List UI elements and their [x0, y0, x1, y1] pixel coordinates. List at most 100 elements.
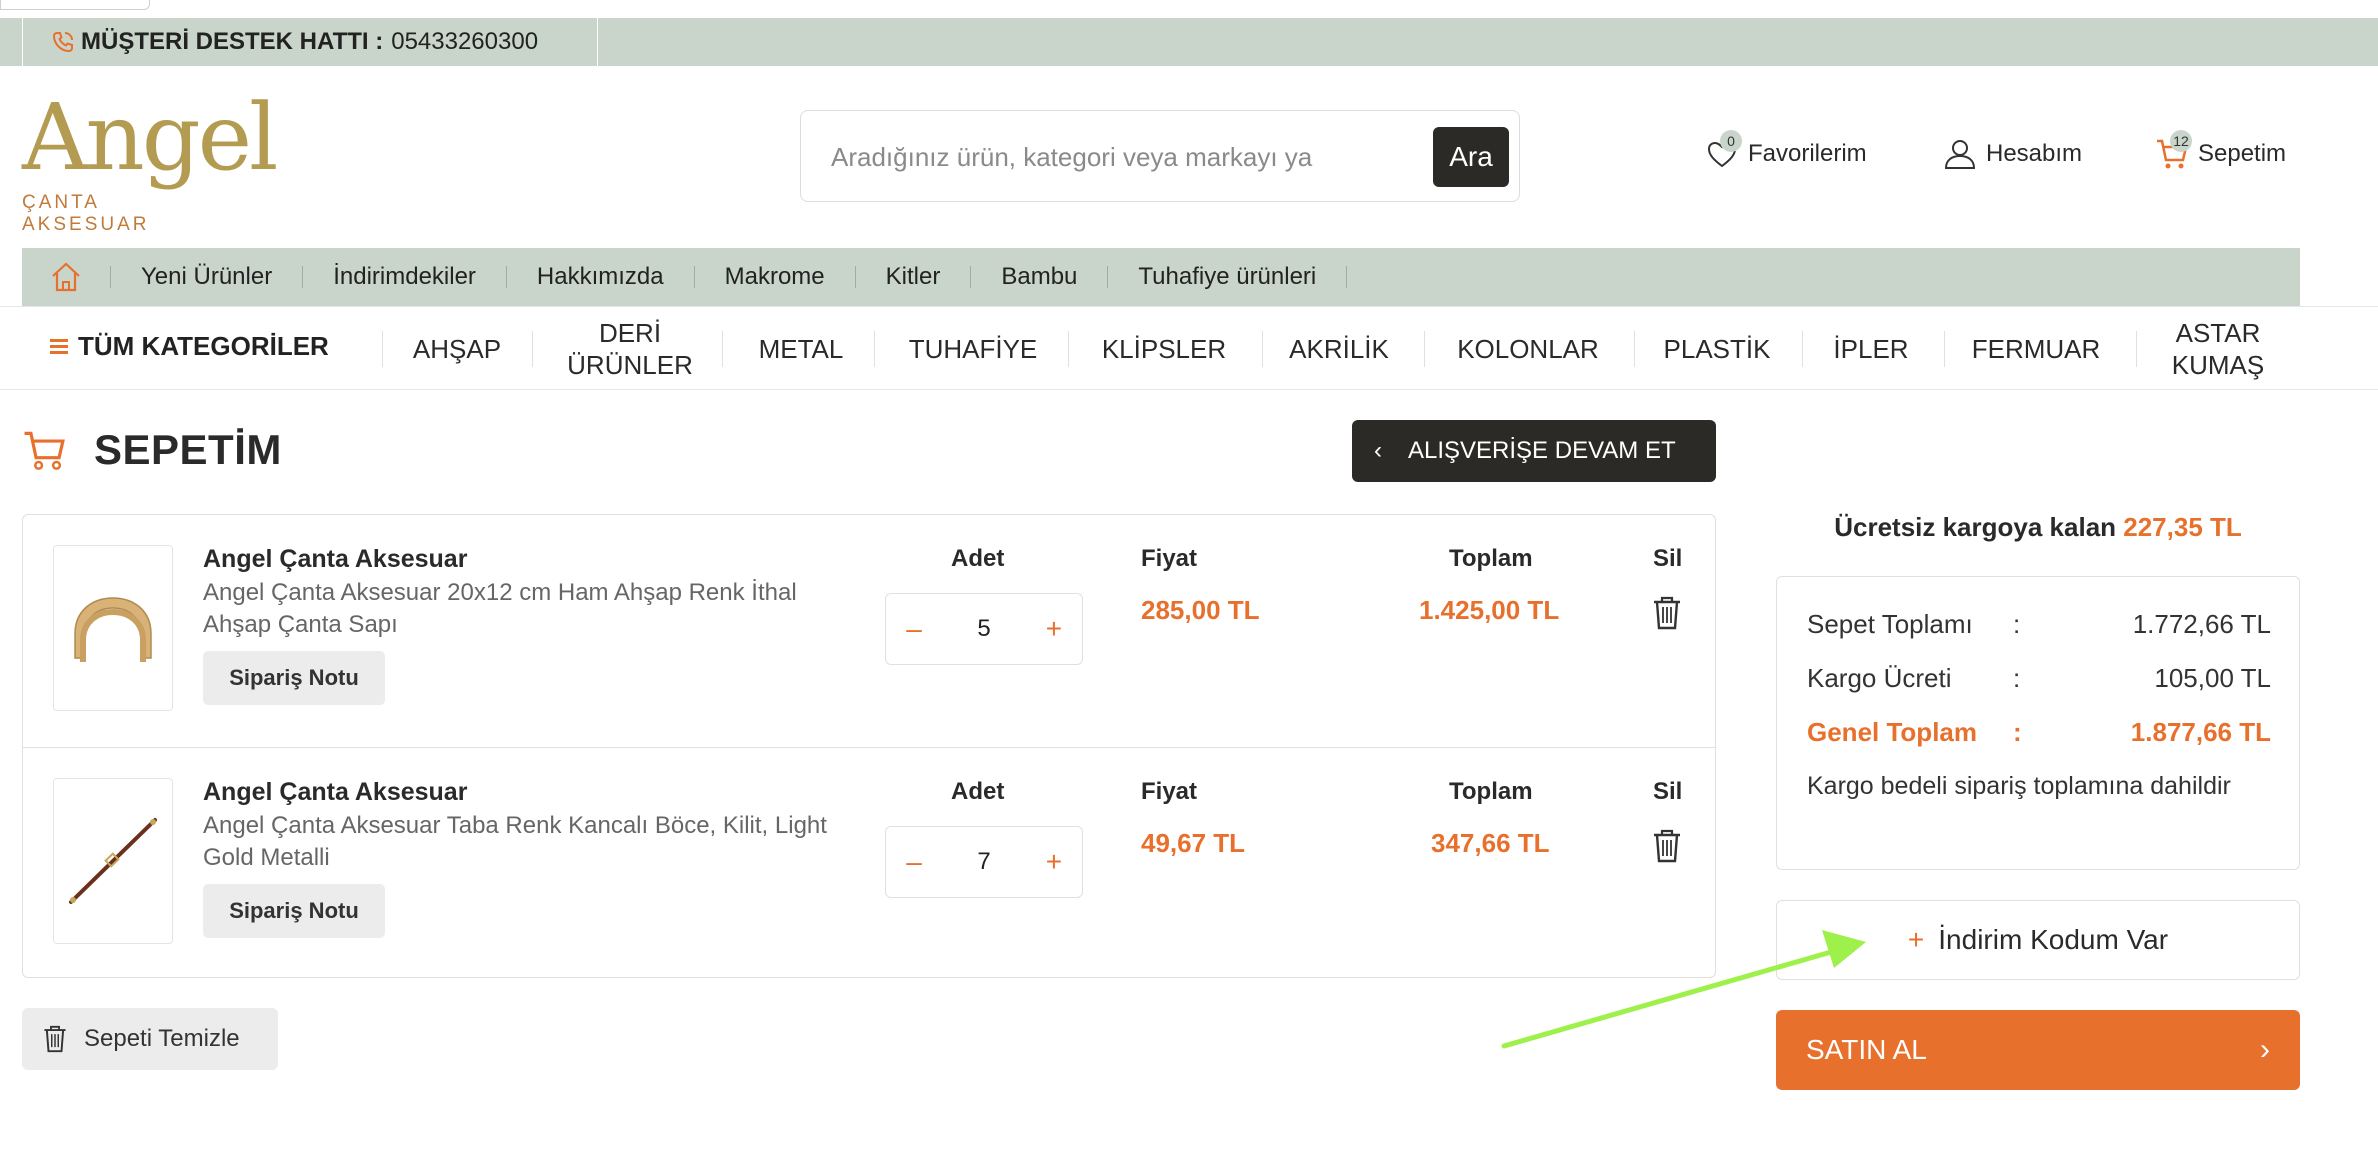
- cart-link[interactable]: 12 Sepetim: [2154, 130, 2287, 172]
- site-logo[interactable]: Angel ÇANTA AKSESUAR: [22, 92, 278, 236]
- category-plastik[interactable]: PLASTİK: [1652, 307, 1782, 391]
- plus-icon: +: [1907, 924, 1925, 955]
- nav-hakkimizda[interactable]: Hakkımızda: [505, 265, 694, 289]
- account-link[interactable]: Hesabım: [1942, 136, 2082, 172]
- category-astar-kumas[interactable]: ASTAR KUMAŞ: [2150, 307, 2286, 391]
- discount-code-toggle[interactable]: + İndirim Kodum Var: [1776, 900, 2300, 980]
- order-note-button[interactable]: Sipariş Notu: [203, 651, 385, 705]
- free-shipping-remaining: Ücretsiz kargoya kalan 227,35 TL: [1776, 512, 2300, 543]
- decrease-qty-button[interactable]: –: [902, 613, 926, 645]
- category-separator: [722, 331, 723, 367]
- search-input[interactable]: [831, 137, 1371, 177]
- category-separator: [1944, 331, 1945, 367]
- quantity-value[interactable]: 5: [977, 615, 990, 643]
- category-kolonlar[interactable]: KOLONLAR: [1442, 307, 1614, 391]
- support-bar: MÜŞTERİ DESTEK HATTI : 05433260300: [0, 18, 2378, 66]
- product-brand[interactable]: Angel Çanta Aksesuar: [203, 545, 467, 574]
- quantity-stepper: – 5 +: [885, 593, 1083, 665]
- category-akrilik[interactable]: AKRİLİK: [1276, 307, 1402, 391]
- price-header: Fiyat: [1141, 778, 1198, 805]
- cart-item-row: Angel Çanta Aksesuar Angel Çanta Aksesua…: [23, 747, 1715, 979]
- nav-makrome[interactable]: Makrome: [693, 265, 855, 289]
- shipping-included-note: Kargo bedeli sipariş toplamına dahildir: [1807, 772, 2231, 800]
- support-line: MÜŞTERİ DESTEK HATTI : 05433260300: [22, 18, 598, 66]
- total-header: Toplam: [1449, 545, 1533, 572]
- delete-header: Sil: [1653, 778, 1683, 805]
- support-label: MÜŞTERİ DESTEK HATTI :: [81, 28, 384, 55]
- home-link[interactable]: [22, 260, 110, 294]
- subtotal-value: 1.772,66 TL: [2132, 609, 2271, 639]
- product-thumbnail[interactable]: [53, 778, 173, 944]
- grand-total-value: 1.877,66 TL: [2130, 717, 2271, 747]
- search-button[interactable]: Ara: [1433, 127, 1509, 187]
- cart-items-list: Angel Çanta Aksesuar Angel Çanta Aksesua…: [22, 514, 1716, 978]
- favorites-link[interactable]: 0 Favorilerim: [1704, 130, 1867, 172]
- cart-label: Sepetim: [2198, 140, 2287, 167]
- phone-icon: [52, 32, 73, 53]
- buy-button[interactable]: SATIN AL ›: [1776, 1010, 2300, 1090]
- continue-shopping-button[interactable]: ‹ ALIŞVERİŞE DEVAM ET: [1352, 420, 1716, 482]
- nav-tuhafiye-urunleri[interactable]: Tuhafiye ürünleri: [1107, 265, 1348, 289]
- browser-top-strip: [0, 0, 2378, 18]
- qty-header: Adet: [951, 778, 1005, 805]
- category-separator: [1634, 331, 1635, 367]
- category-separator: [874, 331, 875, 367]
- quantity-stepper: – 7 +: [885, 826, 1083, 898]
- quantity-value[interactable]: 7: [977, 848, 990, 876]
- total-header: Toplam: [1449, 778, 1533, 805]
- category-separator: [1424, 331, 1425, 367]
- account-icon-wrap: [1942, 136, 1978, 172]
- nav-bambu[interactable]: Bambu: [970, 265, 1107, 289]
- category-separator: [1262, 331, 1263, 367]
- price-header: Fiyat: [1141, 545, 1198, 572]
- search-box: Ara: [800, 110, 1520, 202]
- clear-cart-button[interactable]: Sepeti Temizle: [22, 1008, 278, 1070]
- delete-item-button[interactable]: [1651, 595, 1683, 636]
- browser-tab-remnant: [0, 0, 150, 10]
- nav-indirimdekiler[interactable]: İndirimdekiler: [302, 265, 506, 289]
- colon: :: [2013, 609, 2021, 639]
- unit-price: 285,00 TL: [1141, 595, 1260, 625]
- category-deri-urunler[interactable]: DERİ ÜRÜNLER: [548, 307, 712, 391]
- product-name[interactable]: Angel Çanta Aksesuar Taba Renk Kancalı B…: [203, 810, 843, 874]
- free-shipping-amount: 227,35 TL: [2123, 512, 2242, 542]
- trash-icon: [1654, 829, 1680, 863]
- product-thumbnail[interactable]: [53, 545, 173, 711]
- nav-kitler[interactable]: Kitler: [854, 265, 971, 289]
- free-shipping-label: Ücretsiz kargoya kalan: [1834, 512, 2117, 542]
- shipping-label: Kargo Ücreti: [1807, 663, 1952, 693]
- line-total: 1.425,00 TL: [1419, 595, 1560, 625]
- chevron-right-icon: ›: [2260, 1033, 2270, 1066]
- shipping-value: 105,00 TL: [2154, 663, 2271, 693]
- all-categories-label: TÜM KATEGORİLER: [78, 331, 329, 361]
- product-brand[interactable]: Angel Çanta Aksesuar: [203, 778, 467, 807]
- wooden-handle-image: [74, 597, 152, 662]
- increase-qty-button[interactable]: +: [1042, 846, 1066, 878]
- logo-tagline: ÇANTA AKSESUAR: [22, 192, 150, 235]
- hamburger-icon: [50, 336, 68, 357]
- decrease-qty-button[interactable]: –: [902, 846, 926, 878]
- account-label: Hesabım: [1986, 140, 2083, 167]
- category-klipsler[interactable]: KLİPSLER: [1084, 307, 1244, 391]
- favorites-count-badge: 0: [1720, 130, 1742, 152]
- order-note-button[interactable]: Sipariş Notu: [203, 884, 385, 938]
- user-icon: [1944, 140, 1976, 169]
- chevron-left-icon: ‹: [1374, 437, 1382, 464]
- category-tuhafiye[interactable]: TUHAFİYE: [892, 307, 1054, 391]
- discount-code-label: İndirim Kodum Var: [1938, 924, 2169, 955]
- grand-total-label: Genel Toplam: [1807, 717, 1977, 747]
- colon: :: [2013, 717, 2022, 747]
- category-ipler[interactable]: İPLER: [1816, 307, 1926, 391]
- support-phone[interactable]: 05433260300: [391, 28, 538, 56]
- category-metal[interactable]: METAL: [738, 307, 864, 391]
- clear-cart-label: Sepeti Temizle: [84, 1025, 240, 1052]
- main-nav: Yeni Ürünler İndirimdekiler Hakkımızda M…: [22, 248, 2300, 306]
- category-separator: [2136, 331, 2137, 367]
- delete-item-button[interactable]: [1651, 828, 1683, 869]
- all-categories-button[interactable]: TÜM KATEGORİLER: [50, 331, 329, 362]
- category-ahsap[interactable]: AHŞAP: [392, 307, 522, 391]
- category-fermuar[interactable]: FERMUAR: [1956, 307, 2116, 391]
- product-name[interactable]: Angel Çanta Aksesuar 20x12 cm Ham Ahşap …: [203, 577, 843, 641]
- nav-yeni-urunler[interactable]: Yeni Ürünler: [110, 265, 302, 289]
- increase-qty-button[interactable]: +: [1042, 613, 1066, 645]
